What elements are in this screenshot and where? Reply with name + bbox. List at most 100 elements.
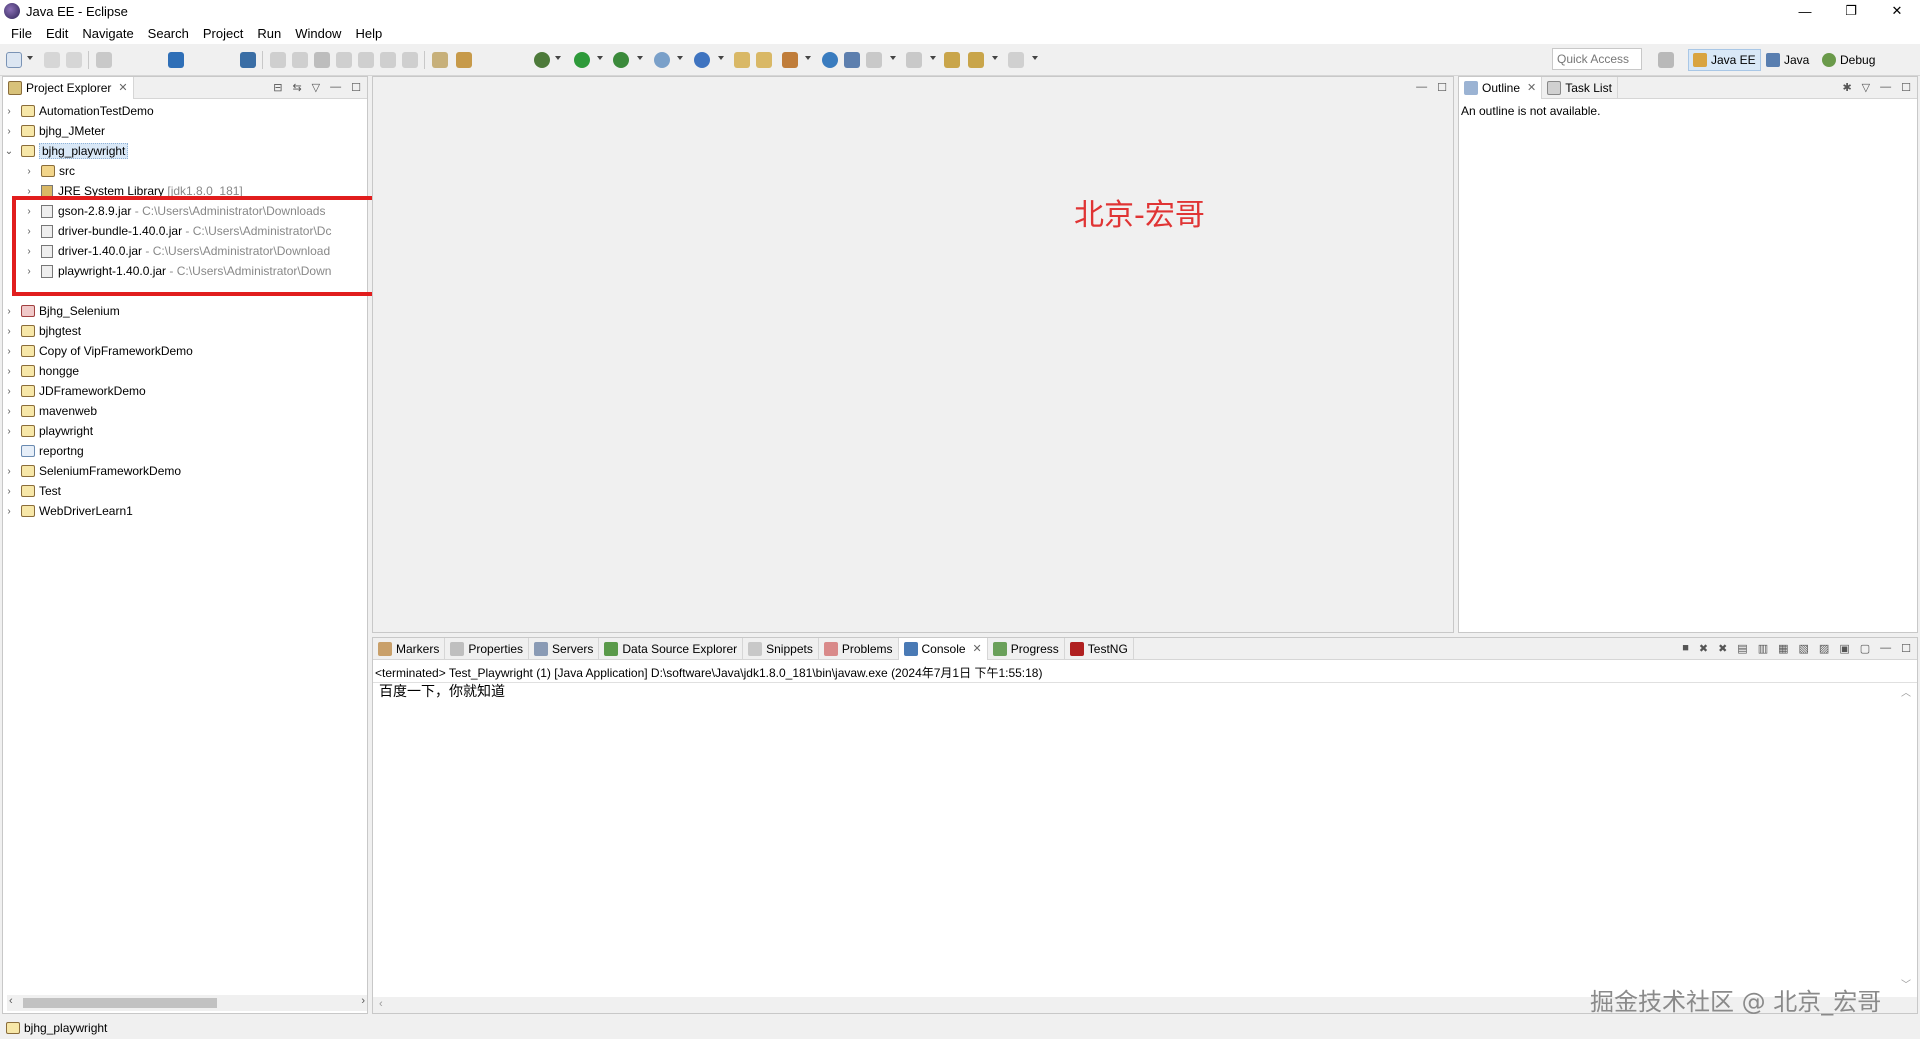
new-server-icon[interactable] bbox=[694, 52, 710, 68]
tree-item-bjhgtest[interactable]: › bjhgtest bbox=[3, 321, 81, 341]
save-icon[interactable] bbox=[44, 52, 60, 68]
tab-progress[interactable]: Progress bbox=[988, 637, 1065, 660]
back-icon[interactable] bbox=[968, 52, 984, 68]
show-on-output-icon[interactable]: ▧ bbox=[1799, 642, 1809, 655]
tree-item-copy-of-vipframeworkdemo[interactable]: › Copy of VipFrameworkDemo bbox=[3, 341, 193, 361]
tree-item-mavenweb[interactable]: › mavenweb bbox=[3, 401, 97, 421]
open-console-icon[interactable]: ▢ bbox=[1860, 642, 1870, 655]
clear-console-icon[interactable]: ▤ bbox=[1737, 642, 1747, 655]
chevron-right-icon[interactable]: › bbox=[3, 466, 15, 477]
tab-data-source-explorer[interactable]: Data Source Explorer bbox=[599, 637, 744, 660]
tab-task-list[interactable]: Task List bbox=[1542, 76, 1618, 99]
menu-project[interactable]: Project bbox=[196, 26, 250, 41]
search-dropdown-icon[interactable] bbox=[805, 56, 811, 60]
horizontal-scrollbar[interactable]: ‹ › bbox=[7, 995, 367, 1011]
step-into-icon[interactable] bbox=[358, 52, 374, 68]
chevron-right-icon[interactable]: › bbox=[3, 406, 15, 417]
tab-snippets[interactable]: Snippets bbox=[743, 637, 819, 660]
tree-item-jdframeworkdemo[interactable]: › JDFrameworkDemo bbox=[3, 381, 145, 401]
resume-icon[interactable] bbox=[270, 52, 286, 68]
run-icon[interactable] bbox=[574, 52, 590, 68]
next-annotation-dropdown-icon[interactable] bbox=[890, 56, 896, 60]
chevron-right-icon[interactable]: › bbox=[3, 366, 15, 377]
chevron-right-icon[interactable]: › bbox=[23, 166, 35, 177]
close-icon[interactable]: ✕ bbox=[1527, 81, 1536, 94]
display-console-icon[interactable]: ▣ bbox=[1839, 642, 1849, 655]
tree-item-hongge[interactable]: › hongge bbox=[3, 361, 79, 381]
chevron-right-icon[interactable]: › bbox=[3, 506, 15, 517]
step-over-icon[interactable] bbox=[380, 52, 396, 68]
perspective-java[interactable]: Java bbox=[1762, 49, 1813, 71]
tab-markers[interactable]: Markers bbox=[373, 637, 446, 660]
external-tools-icon[interactable] bbox=[654, 52, 670, 68]
tree-item-src[interactable]: › src bbox=[23, 161, 75, 181]
tree-item-reportng[interactable]: reportng bbox=[3, 441, 84, 461]
view-menu-icon[interactable]: ▽ bbox=[1862, 81, 1870, 94]
pin-console-icon[interactable]: ▨ bbox=[1819, 642, 1829, 655]
chevron-right-icon[interactable]: › bbox=[3, 386, 15, 397]
tab-testng[interactable]: TestNG bbox=[1065, 637, 1134, 660]
maximize-icon[interactable]: ☐ bbox=[1901, 642, 1911, 655]
prev-annotation-dropdown-icon[interactable] bbox=[930, 56, 936, 60]
scroll-left-icon[interactable]: ‹ bbox=[9, 995, 13, 1007]
open-console-icon[interactable] bbox=[168, 52, 184, 68]
forward-icon[interactable] bbox=[1008, 52, 1024, 68]
perspective-debug[interactable]: Debug bbox=[1818, 49, 1879, 71]
scroll-up-icon[interactable]: ︿ bbox=[1901, 684, 1911, 699]
minimize-icon[interactable]: — bbox=[1880, 642, 1891, 655]
tab-servers[interactable]: Servers bbox=[529, 637, 600, 660]
menu-help[interactable]: Help bbox=[348, 26, 389, 41]
open-resource-icon[interactable] bbox=[756, 52, 772, 68]
link-with-editor-icon[interactable]: ⇆ bbox=[292, 81, 301, 94]
word-wrap-icon[interactable]: ▦ bbox=[1778, 642, 1788, 655]
console-output[interactable]: 百度一下，你就知道 bbox=[379, 681, 505, 701]
coverage-dropdown-icon[interactable] bbox=[637, 56, 643, 60]
menu-search[interactable]: Search bbox=[141, 26, 196, 41]
perspective-java-ee[interactable]: Java EE bbox=[1688, 49, 1761, 71]
maximize-icon[interactable]: ☐ bbox=[1901, 81, 1911, 94]
chevron-right-icon[interactable]: › bbox=[3, 326, 15, 337]
maximize-icon[interactable]: ☐ bbox=[351, 81, 361, 94]
minimize-icon[interactable]: — bbox=[1880, 81, 1891, 94]
tree-item-bjhg-jmeter[interactable]: › bjhg_JMeter bbox=[3, 121, 105, 141]
external-tools-dropdown-icon[interactable] bbox=[677, 56, 683, 60]
annotation-icon[interactable] bbox=[844, 52, 860, 68]
use-step-filters-icon[interactable] bbox=[456, 52, 472, 68]
open-perspective-icon[interactable] bbox=[1658, 52, 1674, 68]
tab-problems[interactable]: Problems bbox=[819, 637, 899, 660]
menu-window[interactable]: Window bbox=[288, 26, 348, 41]
menu-run[interactable]: Run bbox=[250, 26, 288, 41]
print-icon[interactable] bbox=[96, 52, 112, 68]
debug-dropdown-icon[interactable] bbox=[555, 56, 561, 60]
new-server-dropdown-icon[interactable] bbox=[718, 56, 724, 60]
tree-item-seleniumframeworkdemo[interactable]: › SeleniumFrameworkDemo bbox=[3, 461, 181, 481]
tree-item-automationtestdemo[interactable]: › AutomationTestDemo bbox=[3, 101, 153, 121]
menu-navigate[interactable]: Navigate bbox=[75, 26, 140, 41]
chevron-right-icon[interactable]: › bbox=[3, 126, 15, 137]
view-menu-icon[interactable]: ▽ bbox=[312, 81, 320, 94]
prev-annotation-icon[interactable] bbox=[906, 52, 922, 68]
focus-icon[interactable]: ✱ bbox=[1842, 81, 1851, 94]
open-type-icon[interactable] bbox=[734, 52, 750, 68]
tab-console[interactable]: Console ✕ bbox=[898, 637, 988, 660]
new-icon[interactable] bbox=[6, 52, 22, 68]
collapse-all-icon[interactable]: ⊟ bbox=[273, 81, 282, 94]
maximize-icon[interactable]: ☐ bbox=[1437, 81, 1447, 94]
scroll-lock-icon[interactable]: ▥ bbox=[1758, 642, 1768, 655]
coverage-icon[interactable] bbox=[613, 52, 629, 68]
tab-properties[interactable]: Properties bbox=[445, 637, 530, 660]
remove-all-icon[interactable]: ✖ bbox=[1718, 642, 1727, 655]
remove-launch-icon[interactable]: ✖ bbox=[1699, 642, 1708, 655]
restore-button[interactable]: ❐ bbox=[1828, 0, 1874, 22]
chevron-right-icon[interactable]: › bbox=[3, 306, 15, 317]
tree-item-bjhg-playwright[interactable]: ⌄ bjhg_playwright bbox=[3, 141, 129, 161]
menu-file[interactable]: File bbox=[4, 26, 39, 41]
save-all-icon[interactable] bbox=[66, 52, 82, 68]
terminate-icon[interactable] bbox=[314, 52, 330, 68]
chevron-right-icon[interactable]: › bbox=[3, 486, 15, 497]
step-return-icon[interactable] bbox=[402, 52, 418, 68]
scroll-left-icon[interactable]: ‹ bbox=[379, 998, 383, 1010]
next-annotation-icon[interactable] bbox=[866, 52, 882, 68]
chevron-right-icon[interactable]: › bbox=[3, 106, 15, 117]
chevron-down-icon[interactable]: ⌄ bbox=[3, 146, 15, 157]
